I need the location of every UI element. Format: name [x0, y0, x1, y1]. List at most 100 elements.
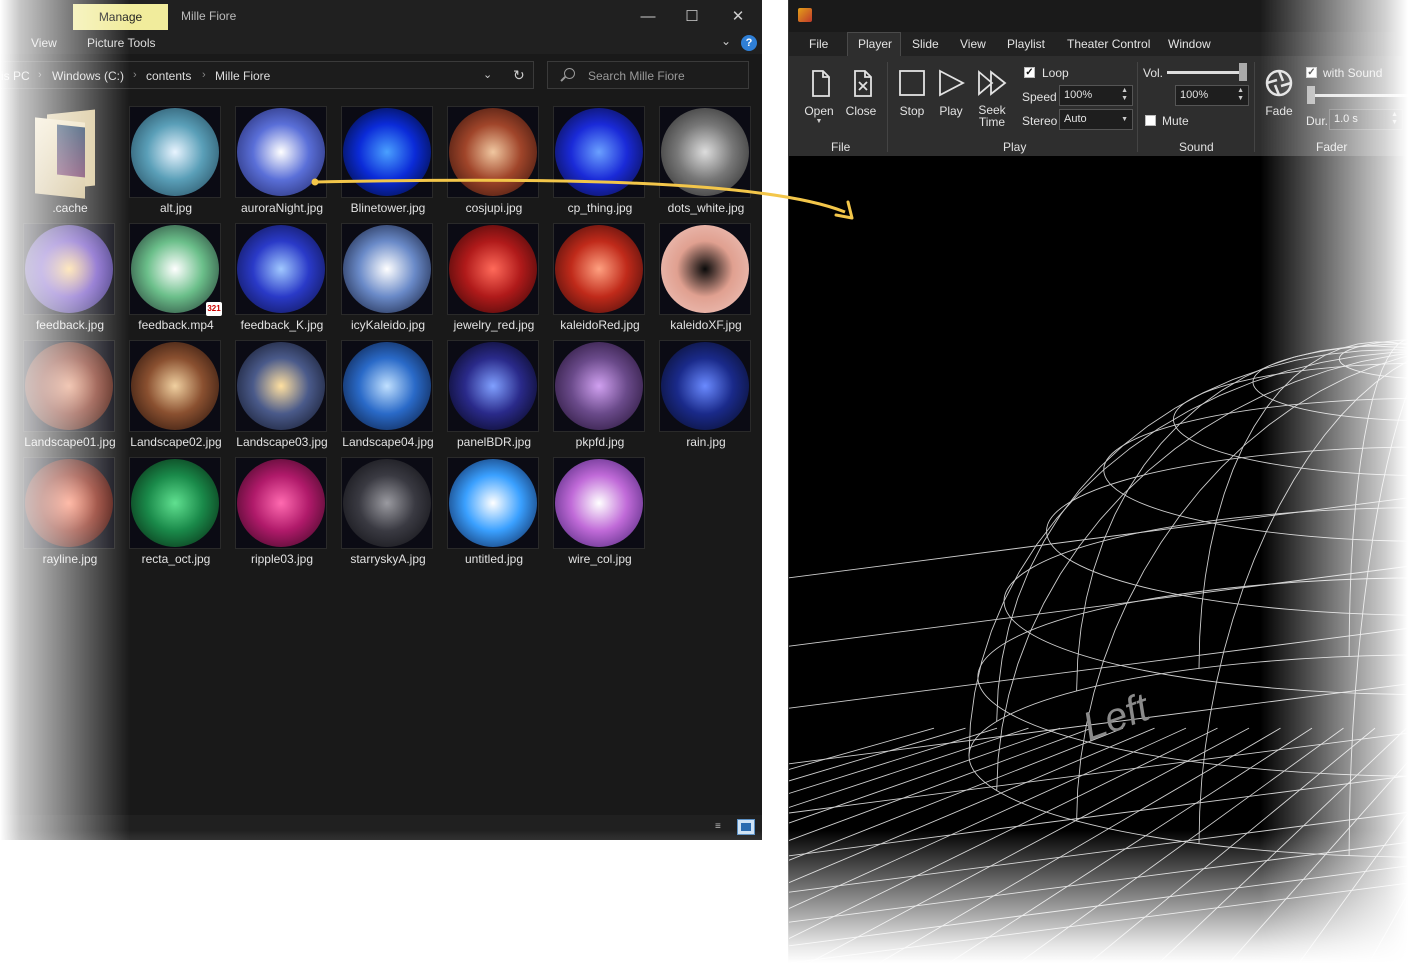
file-item[interactable]: Landscape03.jpg	[229, 338, 335, 455]
fisheye-image	[237, 225, 325, 313]
fisheye-image	[343, 108, 431, 196]
minimize-icon[interactable]: —	[638, 6, 658, 26]
file-item[interactable]: kaleidoRed.jpg	[547, 221, 653, 338]
file-item[interactable]: 321 feedback.mp4	[123, 221, 229, 338]
file-item[interactable]: untitled.jpg	[441, 455, 547, 572]
close-button[interactable]: Close	[843, 68, 879, 118]
folder-item[interactable]: .cache	[17, 104, 123, 221]
breadcrumb-contents[interactable]: contents	[146, 69, 191, 83]
file-item[interactable]: cosjupi.jpg	[441, 104, 547, 221]
volume-slider[interactable]	[1167, 71, 1245, 74]
file-item[interactable]: wire_col.jpg	[547, 455, 653, 572]
fisheye-image	[131, 459, 219, 547]
file-item[interactable]: dots_white.jpg	[653, 104, 759, 221]
stepper-arrows-icon[interactable]: ▲ ▼	[1237, 87, 1244, 103]
refresh-icon[interactable]: ↻	[513, 67, 525, 84]
tab-picture-tools[interactable]: Picture Tools	[87, 36, 155, 50]
file-item[interactable]: Landscape02.jpg	[123, 338, 229, 455]
with-sound-checkbox[interactable]: ✓	[1306, 67, 1317, 78]
file-name: feedback.jpg	[35, 318, 105, 332]
file-item[interactable]: Blinetower.jpg	[335, 104, 441, 221]
stepper-arrows-icon[interactable]: ▲ ▼	[1391, 111, 1398, 127]
fisheye-image	[25, 225, 113, 313]
file-name: kaleidoRed.jpg	[560, 318, 640, 332]
tab-view[interactable]: View	[31, 36, 57, 50]
play-button[interactable]: Play	[934, 68, 968, 118]
fade-button[interactable]: Fade	[1259, 68, 1299, 118]
wireframe-line	[878, 727, 1281, 963]
stereo-select[interactable]: Auto ▼	[1059, 109, 1133, 130]
file-item[interactable]: ripple03.jpg	[229, 455, 335, 572]
wireframe-line	[1018, 727, 1344, 963]
file-item[interactable]: kaleidoXF.jpg	[653, 221, 759, 338]
menu-playlist[interactable]: Playlist	[1007, 37, 1045, 51]
fisheye-image	[343, 225, 431, 313]
stop-button[interactable]: Stop	[895, 68, 929, 118]
file-item[interactable]: cp_thing.jpg	[547, 104, 653, 221]
file-thumbnail	[554, 107, 644, 197]
file-thumbnail	[342, 224, 432, 314]
large-icons-view-icon[interactable]	[737, 819, 755, 835]
file-item[interactable]: icyKaleido.jpg	[335, 221, 441, 338]
duration-stepper[interactable]: 1.0 s ▲ ▼	[1329, 109, 1403, 130]
wireframe-line	[977, 577, 1408, 678]
file-item[interactable]: rayline.jpg	[17, 455, 123, 572]
fisheye-image	[555, 108, 643, 196]
speed-stepper[interactable]: 100% ▲ ▼	[1059, 85, 1133, 106]
menu-slide[interactable]: Slide	[912, 37, 939, 51]
details-view-icon[interactable]: ≡	[715, 821, 729, 833]
file-thumbnail	[236, 224, 326, 314]
file-item[interactable]: feedback_K.jpg	[229, 221, 335, 338]
file-item[interactable]: feedback.jpg	[17, 221, 123, 338]
wireframe-line	[789, 882, 1408, 963]
stepper-arrows-icon[interactable]: ▲ ▼	[1121, 87, 1128, 103]
volume-slider-thumb[interactable]	[1239, 63, 1247, 81]
file-item[interactable]: pkpfd.jpg	[547, 338, 653, 455]
menu-view[interactable]: View	[960, 37, 986, 51]
help-icon[interactable]: ?	[741, 35, 757, 51]
menu-player[interactable]: Player	[858, 37, 892, 51]
breadcrumb-this-pc[interactable]: is PC	[1, 69, 30, 83]
close-icon[interactable]: ✕	[728, 6, 748, 26]
maximize-icon[interactable]: ☐	[682, 6, 702, 26]
fisheye-image	[555, 459, 643, 547]
explorer-title-bar: Manage Mille Fiore — ☐ ✕	[0, 0, 762, 32]
breadcrumb-mille-fiore[interactable]: Mille Fiore	[215, 69, 270, 83]
fader-slider-thumb[interactable]	[1307, 86, 1315, 104]
file-item[interactable]: Landscape04.jpg	[335, 338, 441, 455]
file-thumbnail	[448, 107, 538, 197]
file-item[interactable]: auroraNight.jpg	[229, 104, 335, 221]
file-item[interactable]: jewelry_red.jpg	[441, 221, 547, 338]
duration-value: 1.0 s	[1334, 113, 1358, 125]
file-thumbnail	[448, 341, 538, 431]
breadcrumb-windows-c[interactable]: Windows (C:)	[52, 69, 124, 83]
search-box[interactable]	[547, 61, 749, 89]
address-bar[interactable]: is PC › Windows (C:) › contents › Mille …	[0, 61, 534, 89]
volume-stepper[interactable]: 100% ▲ ▼	[1175, 85, 1249, 106]
address-row: is PC › Windows (C:) › contents › Mille …	[0, 54, 762, 96]
mute-checkbox[interactable]	[1145, 115, 1156, 126]
file-item[interactable]: recta_oct.jpg	[123, 455, 229, 572]
dome-preview-viewport[interactable]: Left	[789, 156, 1408, 963]
file-item[interactable]: rain.jpg	[653, 338, 759, 455]
window-title: Mille Fiore	[181, 9, 237, 23]
seek-time-button[interactable]: Seek Time	[973, 68, 1011, 128]
menu-window[interactable]: Window	[1168, 37, 1211, 51]
menu-theater-control[interactable]: Theater Control	[1067, 37, 1150, 51]
open-button[interactable]: Open ▼	[801, 68, 837, 126]
file-item[interactable]: starryskyA.jpg	[335, 455, 441, 572]
chevron-down-icon[interactable]: ⌄	[721, 34, 731, 48]
file-name: Landscape03.jpg	[236, 435, 328, 449]
file-item[interactable]: alt.jpg	[123, 104, 229, 221]
search-input[interactable]	[586, 66, 740, 86]
loop-checkbox[interactable]: ✓	[1024, 67, 1035, 78]
file-item[interactable]: panelBDR.jpg	[441, 338, 547, 455]
file-item[interactable]: Landscape01.jpg	[17, 338, 123, 455]
fader-slider[interactable]	[1309, 94, 1408, 97]
chevron-down-icon[interactable]: ⌄	[483, 68, 492, 81]
wireframe-line	[789, 865, 1408, 947]
wireframe-line	[996, 349, 1408, 722]
menu-file[interactable]: File	[809, 37, 828, 51]
file-thumbnail	[660, 341, 750, 431]
manage-tab[interactable]: Manage	[73, 4, 168, 30]
